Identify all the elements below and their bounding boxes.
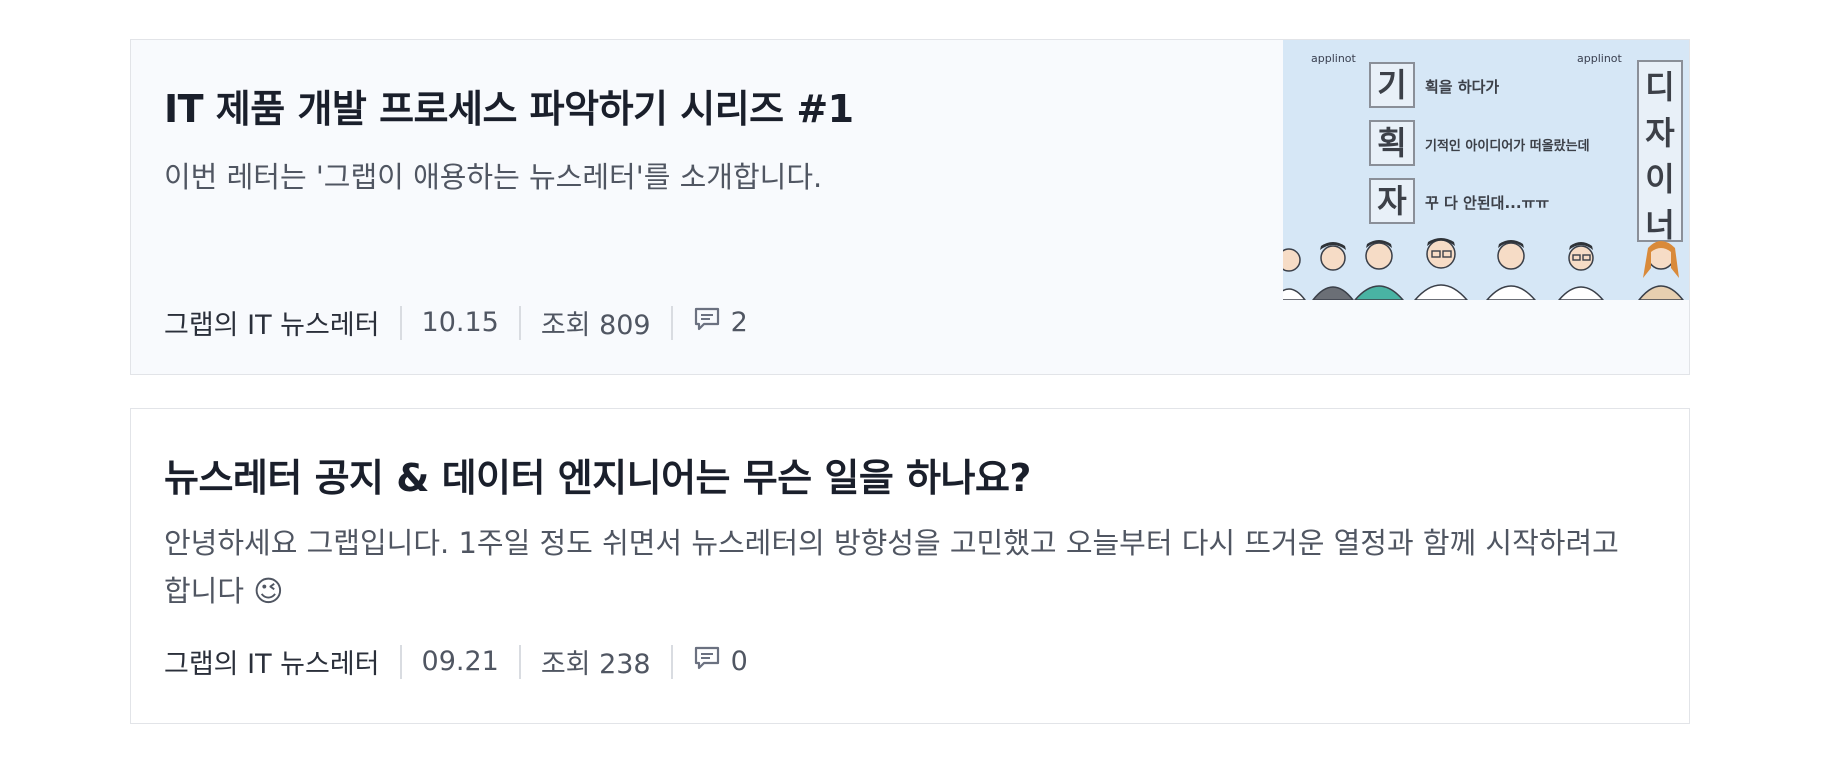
thumbnail-caption: 획을 하다가 [1425,78,1500,96]
comment-count: 0 [693,645,748,678]
thumbnail-char: 기 [1369,62,1415,108]
comment-icon [693,306,721,339]
meta-divider [670,305,673,340]
meta-divider [518,644,521,679]
meta-divider [518,305,521,340]
comment-count-value: 2 [730,307,748,338]
article-excerpt: 이번 레터는 '그랩이 애용하는 뉴스레터'를 소개합니다. [164,160,823,194]
article-title[interactable]: IT 제품 개발 프로세스 파악하기 시리즈 #1 [164,78,854,133]
publish-date: 10.15 [421,307,499,338]
thumbnail-char: 자 [1645,114,1675,152]
article-meta: 그랩의 IT 뉴스레터 09.21 조회 238 0 [164,642,748,681]
view-count: 조회 809 [540,310,651,341]
article-list: IT 제품 개발 프로세스 파악하기 시리즈 #1 이번 레터는 '그랩이 애용… [130,39,1690,724]
article-card[interactable]: 뉴스레터 공지 & 데이터 엔지니어는 무슨 일을 하나요? 안녕하세요 그랩입… [130,408,1690,724]
thumbnail-caption: 기적인 아이디어가 떠올랐는데 [1425,139,1590,154]
cartoon-people-illustration [1283,238,1684,300]
view-count: 조회 238 [540,649,651,680]
article-card[interactable]: IT 제품 개발 프로세스 파악하기 시리즈 #1 이번 레터는 '그랩이 애용… [130,39,1690,375]
comment-count: 2 [693,306,748,339]
thumbnail-brand: applinot [1577,52,1622,65]
article-title[interactable]: 뉴스레터 공지 & 데이터 엔지니어는 무슨 일을 하나요? [164,447,1031,502]
thumbnail-char: 자 [1369,178,1415,224]
meta-divider [670,644,673,679]
thumbnail-brand: applinot [1311,52,1356,65]
publisher-name[interactable]: 그랩의 IT 뉴스레터 [164,303,380,342]
publisher-name[interactable]: 그랩의 IT 뉴스레터 [164,642,380,681]
thumbnail-caption: 꾸 다 안된대...ㅠㅠ [1425,194,1550,212]
thumbnail-vertical-word: 디 자 이 너 [1637,60,1683,244]
publish-date: 09.21 [421,646,499,677]
meta-divider [399,305,402,340]
thumbnail-char: 이 [1645,160,1675,198]
comment-icon [693,645,721,678]
meta-divider [399,644,402,679]
article-thumbnail[interactable]: applinot applinot 기 획 자 획을 하다가 기적인 아이디어가… [1283,40,1689,300]
thumbnail-char: 획 [1369,120,1415,166]
article-meta: 그랩의 IT 뉴스레터 10.15 조회 809 2 [164,303,748,342]
thumbnail-char: 디 [1645,68,1675,106]
article-excerpt: 안녕하세요 그랩입니다. 1주일 정도 쉬면서 뉴스레터의 방향성을 고민했고 … [164,526,1619,608]
comment-count-value: 0 [730,646,748,677]
